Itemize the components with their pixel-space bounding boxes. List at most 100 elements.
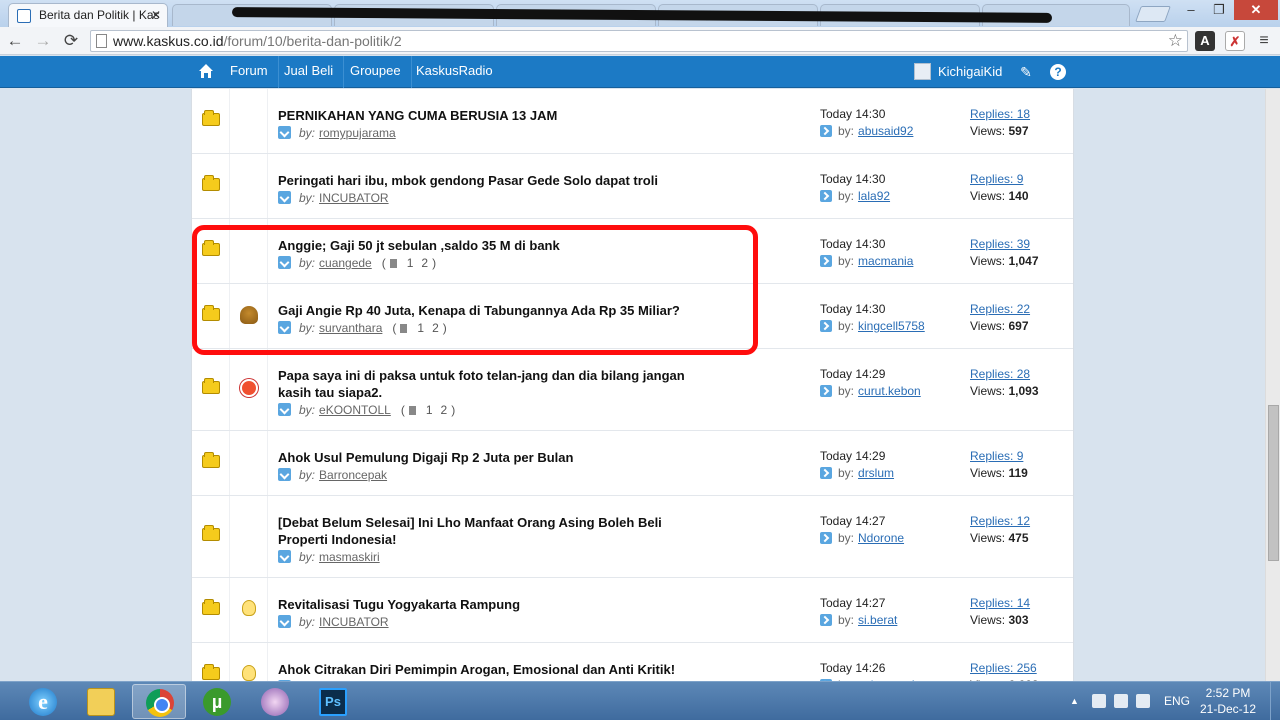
last-post: Today 14:30 by: lala92 (820, 172, 890, 203)
back-button[interactable]: ← (4, 30, 26, 52)
taskbar-chrome[interactable] (132, 684, 186, 719)
chevron-down-icon[interactable] (278, 468, 291, 481)
thread-title[interactable]: Anggie; Gaji 50 jt sebulan ,saldo 35 M d… (278, 237, 708, 254)
home-icon[interactable] (198, 63, 214, 79)
replies-link[interactable]: Replies: 256 (970, 661, 1039, 675)
chevron-down-icon[interactable] (278, 615, 291, 628)
clock-time: 2:52 PM (1205, 686, 1251, 700)
chrome-menu-icon[interactable]: ≡ (1254, 31, 1274, 51)
page-link[interactable]: 2 (432, 321, 439, 335)
browser-tab-active[interactable]: Berita dan Politik | Kas ✕ (8, 3, 168, 27)
thread-icon-cell (230, 496, 268, 577)
volume-icon[interactable] (1136, 694, 1150, 708)
show-desktop-button[interactable] (1270, 682, 1280, 720)
window-close-button[interactable]: ✕ (1234, 0, 1278, 20)
help-icon[interactable]: ? (1050, 64, 1066, 80)
page-scrollbar[interactable] (1265, 89, 1280, 681)
extension-icon[interactable]: A (1195, 31, 1215, 51)
thread-author[interactable]: cuangede (319, 256, 372, 270)
thread-title[interactable]: Ahok Usul Pemulung Digaji Rp 2 Juta per … (278, 449, 708, 466)
thread-title[interactable]: PERNIKAHAN YANG CUMA BERUSIA 13 JAM (278, 107, 708, 124)
go-to-last-post-icon[interactable] (820, 320, 832, 332)
thread-author[interactable]: romypujarama (319, 126, 396, 140)
replies-link[interactable]: Replies: 18 (970, 107, 1030, 121)
chevron-down-icon[interactable] (278, 191, 291, 204)
go-to-last-post-icon[interactable] (820, 190, 832, 202)
thread-title[interactable]: Ahok Citrakan Diri Pemimpin Arogan, Emos… (278, 661, 708, 678)
thread-author[interactable]: INCUBATOR (319, 615, 389, 629)
chevron-down-icon[interactable] (278, 550, 291, 563)
nav-jual-beli[interactable]: Jual Beli (274, 56, 345, 88)
page-link[interactable]: 1 (426, 403, 433, 417)
minimize-button[interactable]: – (1178, 0, 1204, 20)
forward-button[interactable]: → (32, 30, 54, 52)
replies-link[interactable]: Replies: 22 (970, 302, 1030, 316)
replies-link[interactable]: Replies: 39 (970, 237, 1039, 251)
go-to-last-post-icon[interactable] (820, 125, 832, 137)
reload-button[interactable]: ⟳ (60, 30, 82, 52)
last-poster[interactable]: abusaid92 (858, 124, 913, 138)
chevron-down-icon[interactable] (278, 256, 291, 269)
taskbar-utorrent[interactable]: µ (190, 684, 244, 719)
tray-overflow-arrow[interactable]: ▲ (1070, 682, 1079, 720)
taskbar-photoshop[interactable]: Ps (306, 684, 360, 719)
thread-author[interactable]: Barroncepak (319, 468, 387, 482)
chevron-down-icon[interactable] (278, 126, 291, 139)
last-poster[interactable]: si.berat (858, 613, 897, 627)
replies-link[interactable]: Replies: 9 (970, 172, 1029, 186)
thread-title[interactable]: Revitalisasi Tugu Yogyakarta Rampung (278, 596, 708, 613)
thread-title[interactable]: [Debat Belum Selesai] Ini Lho Manfaat Or… (278, 514, 708, 548)
bookmark-star-icon[interactable]: ☆ (1168, 31, 1183, 51)
last-poster[interactable]: drslum (858, 466, 894, 480)
nav-kaskusradio[interactable]: KaskusRadio (406, 56, 503, 88)
go-to-last-post-icon[interactable] (820, 467, 832, 479)
taskbar-pidgin[interactable] (248, 684, 302, 719)
network-icon[interactable] (1114, 694, 1128, 708)
thread-title[interactable]: Papa saya ini di paksa untuk foto telan-… (278, 367, 708, 401)
thread-title[interactable]: Gaji Angie Rp 40 Juta, Kenapa di Tabunga… (278, 302, 708, 319)
go-to-last-post-icon[interactable] (820, 532, 832, 544)
thread-author[interactable]: masmaskiri (319, 550, 380, 564)
last-poster[interactable]: kingcell5758 (858, 319, 925, 333)
extension-block-icon[interactable]: ✗ (1225, 31, 1245, 51)
close-tab-icon[interactable]: ✕ (151, 4, 161, 26)
replies-link[interactable]: Replies: 12 (970, 514, 1030, 528)
thread-byline: by: romypujarama (278, 126, 396, 140)
chevron-down-icon[interactable] (278, 321, 291, 334)
page-link[interactable]: 1 (407, 256, 414, 270)
views-value: 1,093 (1008, 384, 1039, 398)
last-poster[interactable]: Ndorone (858, 531, 904, 545)
last-poster[interactable]: lala92 (858, 189, 890, 203)
taskbar-explorer[interactable] (74, 684, 128, 719)
last-poster[interactable]: curut.kebon (858, 384, 921, 398)
replies-link[interactable]: Replies: 9 (970, 449, 1028, 463)
replies-link[interactable]: Replies: 28 (970, 367, 1039, 381)
go-to-last-post-icon[interactable] (820, 255, 832, 267)
clock[interactable]: 2:52 PM 21-Dec-12 (1196, 685, 1260, 717)
go-to-last-post-icon[interactable] (820, 614, 832, 626)
new-tab-button[interactable] (1135, 6, 1171, 22)
thread-title[interactable]: Peringati hari ibu, mbok gendong Pasar G… (278, 172, 708, 189)
thread-author[interactable]: survanthara (319, 321, 382, 335)
thread-author[interactable]: INCUBATOR (319, 191, 389, 205)
scrollbar-thumb[interactable] (1268, 405, 1279, 561)
last-poster[interactable]: macmania (858, 254, 913, 268)
page-link[interactable]: 1 (417, 321, 424, 335)
last-post-by: by: lala92 (820, 189, 890, 203)
tab-title: Berita dan Politik | Kas (39, 8, 160, 22)
user-menu[interactable]: KichigaiKid (914, 62, 1002, 82)
language-indicator[interactable]: ENG (1164, 682, 1190, 720)
page-link[interactable]: 2 (421, 256, 428, 270)
nav-forum[interactable]: Forum (220, 56, 279, 88)
chevron-down-icon[interactable] (278, 403, 291, 416)
go-to-last-post-icon[interactable] (820, 385, 832, 397)
address-bar[interactable]: www.kaskus.co.id/forum/10/berita-dan-pol… (90, 30, 1188, 52)
action-center-icon[interactable] (1092, 694, 1106, 708)
maximize-button[interactable]: ❐ (1206, 0, 1232, 20)
replies-link[interactable]: Replies: 14 (970, 596, 1030, 610)
nav-groupee[interactable]: Groupee (340, 56, 412, 88)
page-link[interactable]: 2 (441, 403, 448, 417)
edit-icon[interactable]: ✎ (1018, 64, 1034, 80)
thread-author[interactable]: eKOONTOLL (319, 403, 391, 417)
taskbar-ie[interactable]: e (16, 684, 70, 719)
